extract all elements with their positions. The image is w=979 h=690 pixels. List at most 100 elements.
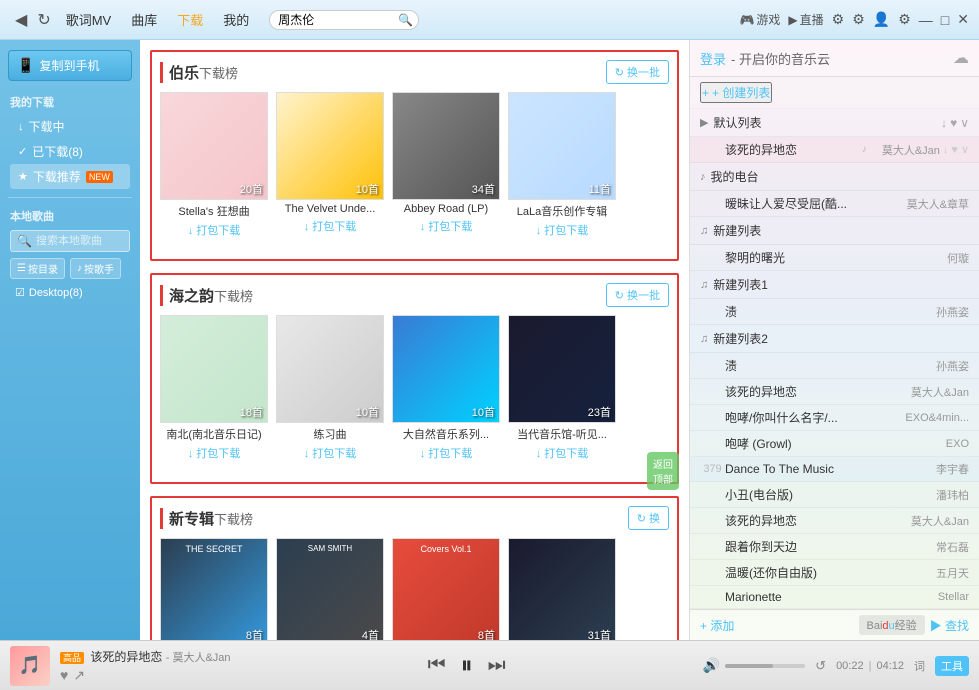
nav-my[interactable]: 我的: [213, 10, 259, 29]
album-download-button[interactable]: ↓ 打包下载: [420, 444, 473, 462]
search-bar: 🔍: [269, 10, 419, 30]
album-download-button[interactable]: ↓ 打包下载: [304, 444, 357, 462]
album-download-button[interactable]: ↓ 打包下载: [536, 221, 589, 239]
song-row[interactable]: 咆哮 (Growl) EXO: [690, 431, 979, 457]
user-icon[interactable]: 👤: [873, 11, 890, 28]
album-cover-stella[interactable]: 20首: [160, 92, 268, 200]
heart-action-icon[interactable]: ♥: [950, 116, 957, 130]
song-row[interactable]: 小丑(电台版) 潘玮柏: [690, 482, 979, 508]
playlist-item-new2[interactable]: ♫ 新建列表1: [690, 271, 979, 299]
playlist-item-new1[interactable]: ♫ 新建列表: [690, 217, 979, 245]
album-download-button[interactable]: ↓ 打包下载: [536, 444, 589, 462]
create-playlist-button[interactable]: + + 创建列表: [700, 82, 772, 103]
song-row[interactable]: Marionette Stellar: [690, 586, 979, 609]
local-search-icon: 🔍: [17, 234, 32, 248]
album-cover-velvet[interactable]: 10首: [276, 92, 384, 200]
tools-button[interactable]: 工具: [935, 656, 969, 676]
song-name: Marionette: [725, 590, 899, 604]
haizhiyun-refresh-button[interactable]: ↻ 换一批: [606, 283, 669, 307]
local-search-input[interactable]: [36, 235, 126, 247]
album-cover-gundam[interactable]: 31首: [508, 538, 616, 640]
album-download-button[interactable]: ↓ 打包下载: [304, 217, 357, 235]
sidebar-recommended[interactable]: ★ 下载推荐 NEW: [10, 164, 130, 189]
song-row[interactable]: 温暖(还你自由版) 五月天: [690, 560, 979, 586]
album-cover-nature[interactable]: 10首: [392, 315, 500, 423]
song-row-dance[interactable]: 379 Dance To The Music 李宇春: [690, 457, 979, 482]
pause-button[interactable]: ⏸: [461, 652, 473, 680]
games-link[interactable]: 🎮 游戏: [739, 11, 780, 28]
volume-icon[interactable]: 🔊: [703, 657, 720, 674]
minimize-icon[interactable]: —: [919, 12, 933, 28]
nav-library[interactable]: 曲库: [121, 10, 167, 29]
gear-icon[interactable]: ⚙: [898, 11, 911, 28]
login-link[interactable]: 登录: [700, 49, 726, 68]
track-count: 4首: [362, 627, 379, 640]
album-cover-abbey[interactable]: 34首: [392, 92, 500, 200]
back-to-top-button[interactable]: 返回顶部: [647, 452, 679, 490]
search-input[interactable]: [278, 13, 398, 27]
album-cover-lala[interactable]: 11首: [508, 92, 616, 200]
song-row[interactable]: 该死的异地恋 莫大人&Jan: [690, 508, 979, 534]
album-cover-sam[interactable]: SAM SMITH 4首: [276, 538, 384, 640]
maximize-icon[interactable]: □: [941, 12, 949, 28]
album-cover-covers[interactable]: Covers Vol.1 8首: [392, 538, 500, 640]
newalbum-refresh-button[interactable]: ↻ 换: [628, 506, 669, 530]
expand-icon[interactable]: ∨: [961, 143, 969, 156]
album-cover-nanbe[interactable]: 18首: [160, 315, 268, 423]
close-icon[interactable]: ✕: [957, 11, 969, 28]
settings-icon[interactable]: ⚙: [852, 11, 865, 28]
sort-by-singer-button[interactable]: ♪ 按歌手: [70, 258, 121, 279]
song-row[interactable]: 咆哮/你叫什么名字/... EXO&4min...: [690, 405, 979, 431]
sync-to-phone-button[interactable]: 📱 复制到手机: [8, 50, 132, 81]
album-cover-lianxi[interactable]: 10首: [276, 315, 384, 423]
share-button[interactable]: ↗: [73, 667, 85, 684]
song-row[interactable]: 该死的异地恋 莫大人&Jan: [690, 379, 979, 405]
song-row[interactable]: 跟着你到天边 常石磊: [690, 534, 979, 560]
album-download-button[interactable]: ↓ 打包下载: [420, 217, 473, 235]
left-sidebar: 📱 复制到手机 我的下载 ↓ 下载中 ✓ 已下载(8) ★ 下载推荐 NEW 本…: [0, 40, 140, 640]
add-button[interactable]: + 添加: [700, 617, 734, 634]
playlist-item-radio[interactable]: ♪ 我的电台: [690, 163, 979, 191]
cloud-icon[interactable]: ☁: [953, 48, 969, 68]
album-cover-secret[interactable]: THE SECRET 8首: [160, 538, 268, 640]
album-cover-dangdai[interactable]: 23首: [508, 315, 616, 423]
volume-bar[interactable]: [725, 664, 805, 668]
bole-refresh-button[interactable]: ↻ 换一批: [606, 60, 669, 84]
sidebar-downloaded[interactable]: ✓ 已下载(8): [10, 139, 130, 164]
song-row[interactable]: 该死的异地恋 ♪ 莫大人&Jan ↓ ♥ ∨: [690, 137, 979, 163]
song-row[interactable]: 渍 孙燕姿: [690, 353, 979, 379]
search-icon[interactable]: 🔍: [398, 13, 413, 27]
forward-button[interactable]: ↻: [32, 10, 55, 30]
nav-lyrics-mv[interactable]: 歌词MV: [56, 10, 122, 29]
sidebar-divider-1: [8, 197, 132, 198]
sort-by-dir-button[interactable]: ☰ 按目录: [10, 258, 65, 279]
download-icon[interactable]: ↓: [943, 144, 949, 156]
playlist-item-new3[interactable]: ♫ 新建列表2: [690, 325, 979, 353]
repeat-mode-button[interactable]: ↺: [815, 658, 826, 674]
folder-icon: ☑: [15, 286, 25, 299]
prev-button[interactable]: ⏮: [428, 654, 446, 677]
find-button[interactable]: ▶ 查找: [930, 617, 969, 634]
filter-icon[interactable]: ⚙: [832, 11, 845, 28]
playlist-item-default[interactable]: ▶ 默认列表 ↓ ♥ ∨: [690, 109, 979, 137]
lyrics-button[interactable]: 词: [914, 658, 925, 674]
desktop-folder[interactable]: ☑ Desktop(8): [10, 283, 130, 302]
song-artist: 常石磊: [899, 539, 969, 555]
heart-icon[interactable]: ♥: [951, 144, 958, 156]
song-row[interactable]: 渍 孙燕姿: [690, 299, 979, 325]
expand-action-icon[interactable]: ∨: [960, 116, 969, 130]
sidebar-downloading[interactable]: ↓ 下载中: [10, 114, 130, 139]
heart-button[interactable]: ♥: [60, 667, 68, 683]
album-download-button[interactable]: ↓ 打包下载: [188, 444, 241, 462]
back-button[interactable]: ◀: [10, 10, 32, 30]
album-download-button[interactable]: ↓ 打包下载: [188, 221, 241, 239]
download-action-icon[interactable]: ↓: [941, 116, 947, 130]
next-button[interactable]: ⏭: [488, 654, 506, 677]
bole-albums-row: 20首 Stella's 狂想曲 ↓ 打包下载 10首 The Velvet U…: [160, 92, 669, 239]
live-link[interactable]: ▶ 直播: [788, 11, 823, 28]
nav-download[interactable]: 下载: [167, 10, 213, 29]
song-row[interactable]: 黎明的曙光 何璇: [690, 245, 979, 271]
song-row[interactable]: 暧昧让人爱尽受屈(酷... 莫大人&章草: [690, 191, 979, 217]
refresh-icon: ↻: [637, 512, 646, 525]
playlist-name: 新建列表2: [713, 330, 969, 347]
